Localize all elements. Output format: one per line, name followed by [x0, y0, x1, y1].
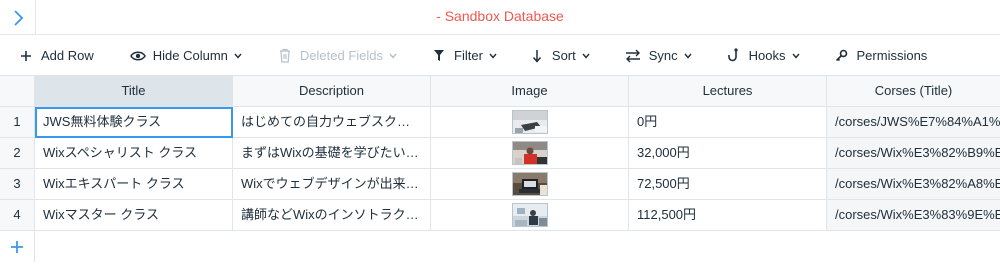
row-number: 4: [0, 200, 35, 231]
permissions-button[interactable]: Permissions: [834, 36, 928, 76]
title-cell[interactable]: Wixエキスパート クラス: [35, 169, 233, 200]
hide-column-label: Hide Column: [152, 48, 228, 63]
chevron-down-icon: [791, 52, 800, 60]
corses-cell[interactable]: /corses/Wix%E3%82%B9%E3%83%9A: [827, 138, 1000, 169]
laptop-desk-photo: [511, 110, 548, 134]
deleted-fields-button[interactable]: Deleted Fields: [277, 36, 397, 76]
chevron-down-icon: [684, 52, 692, 60]
hooks-button[interactable]: Hooks: [726, 36, 800, 76]
database-title: - Sandbox Database: [436, 8, 564, 24]
column-header-description[interactable]: Description: [233, 76, 431, 107]
sync-button[interactable]: Sync: [624, 36, 692, 76]
permissions-label: Permissions: [856, 48, 928, 63]
eye-icon: [129, 48, 146, 64]
toolbar: Add Row Hide Column Deleted Fields Filte…: [0, 36, 1000, 76]
image-cell[interactable]: [431, 200, 629, 231]
sort-button[interactable]: Sort: [529, 36, 590, 76]
filter-label: Filter: [454, 48, 483, 63]
add-row-inline-button[interactable]: [0, 231, 35, 262]
corses-cell[interactable]: /corses/Wix%E3%82%A8%E3%82%AD: [827, 169, 1000, 200]
key-icon: [834, 48, 850, 64]
lectures-cell[interactable]: 72,500円: [629, 169, 827, 200]
plus-icon: [11, 240, 23, 253]
image-cell[interactable]: [431, 107, 629, 138]
chevron-down-icon: [489, 52, 497, 60]
title-cell[interactable]: JWS無料体験クラス: [35, 107, 233, 138]
image-cell[interactable]: [431, 138, 629, 169]
add-row-label: Add Row: [41, 48, 94, 63]
table-row[interactable]: 1 JWS無料体験クラス はじめての自力ウェブスクールで学んでみましょう 0円 …: [0, 107, 1000, 138]
column-header-title[interactable]: Title: [35, 76, 233, 107]
add-row-button[interactable]: Add Row: [18, 36, 94, 76]
description-cell[interactable]: Wixでウェブデザインが出来るようになる: [233, 169, 431, 200]
working-laptop-photo: [511, 172, 548, 196]
hooks-label: Hooks: [748, 48, 786, 63]
description-cell[interactable]: 講師などWixのインソトラクシ…: [233, 200, 431, 231]
red-shirt-person-photo: [511, 141, 548, 165]
chevron-down-icon: [389, 52, 397, 60]
row-number-header: [0, 76, 35, 107]
column-header-corses-title[interactable]: Corses (Title): [827, 76, 1000, 107]
description-cell[interactable]: はじめての自力ウェブスクールで学んでみましょう: [233, 107, 431, 138]
table-header-row: Title Description Image Lectures Corses …: [0, 76, 1000, 107]
lectures-cell[interactable]: 112,500円: [629, 200, 827, 231]
column-header-lectures[interactable]: Lectures: [629, 76, 827, 107]
title-cell[interactable]: Wixマスター クラス: [35, 200, 233, 231]
chevron-down-icon: [234, 52, 242, 60]
corses-cell[interactable]: /corses/Wix%E3%83%9E%E3%82%B9: [827, 200, 1000, 231]
chevron-down-icon: [582, 52, 590, 60]
sync-label: Sync: [648, 48, 678, 63]
row-number: 1: [0, 107, 35, 138]
hide-column-button[interactable]: Hide Column: [129, 36, 242, 76]
column-header-image[interactable]: Image: [431, 76, 629, 107]
description-cell[interactable]: まずはWixの基礎を学びたい方向け: [233, 138, 431, 169]
table-row[interactable]: 4 Wixマスター クラス 講師などWixのインソトラクシ… 112,500円 …: [0, 200, 1000, 231]
office-meeting-photo: [511, 203, 548, 227]
lectures-cell[interactable]: 32,000円: [629, 138, 827, 169]
table-row[interactable]: 2 Wixスペシャリスト クラス まずはWixの基礎を学びたい方向け 32,00…: [0, 138, 1000, 169]
table-row[interactable]: 3 Wixエキスパート クラス Wixでウェブデザインが出来るようになる 72,…: [0, 169, 1000, 200]
corses-cell[interactable]: /corses/JWS%E7%84%A1%E6%96%99: [827, 107, 1000, 138]
funnel-icon: [431, 48, 447, 64]
image-cell[interactable]: [431, 169, 629, 200]
arrow-down-icon: [529, 48, 545, 64]
sync-arrows-icon: [624, 48, 642, 64]
row-number: 3: [0, 169, 35, 200]
filter-button[interactable]: Filter: [431, 36, 497, 76]
row-number: 2: [0, 138, 35, 169]
hook-icon: [726, 48, 742, 64]
lectures-cell[interactable]: 0円: [629, 107, 827, 138]
trash-icon: [277, 48, 293, 64]
sort-label: Sort: [551, 48, 576, 63]
plus-icon: [18, 48, 34, 64]
title-bar: - Sandbox Database: [0, 0, 1000, 35]
deleted-fields-label: Deleted Fields: [299, 48, 384, 63]
title-cell[interactable]: Wixスペシャリスト クラス: [35, 138, 233, 169]
